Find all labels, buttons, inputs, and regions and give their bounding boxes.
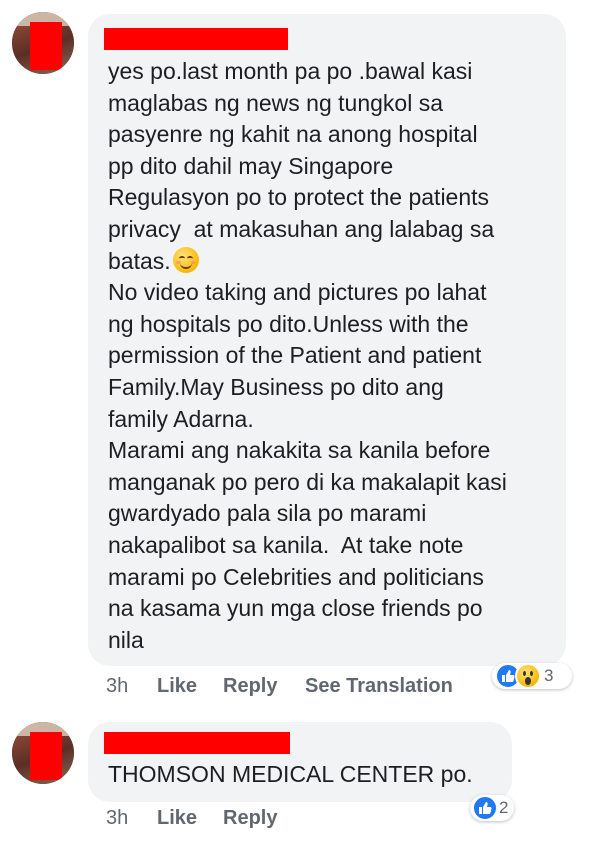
author-name-redaction[interactable]	[104, 732, 290, 754]
reply-link[interactable]: Reply	[223, 675, 277, 698]
reaction-summary[interactable]: 2	[470, 795, 514, 821]
comment-bubble: yes po.last month pa po .bawal kasi magl…	[88, 14, 566, 666]
like-icon	[472, 795, 498, 821]
reply-link[interactable]: Reply	[223, 807, 277, 830]
wow-icon	[515, 663, 541, 689]
like-link[interactable]: Like	[157, 807, 197, 830]
comment-actions: 3h Like Reply See Translation	[106, 675, 466, 699]
see-translation-link[interactable]: See Translation	[305, 675, 453, 698]
timestamp[interactable]: 3h	[106, 807, 128, 830]
comment-actions: 3h Like Reply	[106, 807, 326, 831]
reaction-summary[interactable]: 3	[492, 663, 572, 689]
reaction-count: 3	[544, 666, 554, 685]
timestamp[interactable]: 3h	[106, 675, 128, 698]
avatar-redaction	[30, 22, 62, 70]
comment-text-part1: yes po.last month pa po .bawal kasi magl…	[108, 58, 495, 274]
comment-text-part2: No video taking and pictures po lahat ng…	[108, 279, 507, 653]
avatar[interactable]	[12, 12, 74, 74]
like-link[interactable]: Like	[157, 675, 197, 698]
comment-text: yes po.last month pa po .bawal kasi magl…	[108, 56, 558, 656]
author-name-redaction[interactable]	[104, 28, 288, 50]
comment-bubble: THOMSON MEDICAL CENTER po.	[88, 722, 512, 802]
smiling-face-emoji-icon	[172, 246, 199, 273]
reaction-count: 2	[499, 798, 509, 817]
avatar[interactable]	[12, 722, 74, 784]
avatar-redaction	[30, 732, 62, 780]
comment-text: THOMSON MEDICAL CENTER po.	[108, 761, 473, 787]
